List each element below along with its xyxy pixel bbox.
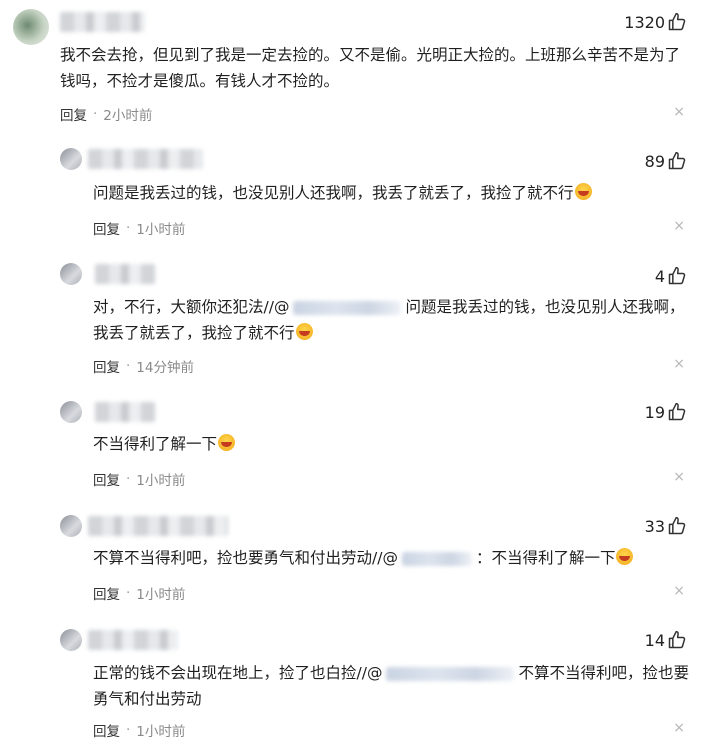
laughing-crying-emoji (616, 548, 634, 565)
reply-button[interactable]: 回复 (93, 218, 120, 238)
comment-3: 4 对，不行，大额你还犯法//@ 问题是我丢过的钱，也没见别人还我啊，我丢了就丢了… (0, 255, 727, 385)
separator-dot: · (126, 220, 131, 236)
reply-button[interactable]: 回复 (93, 720, 120, 740)
comment-1: 1320 我不会去抢，但见到了我是一定去捡的。又不是偷。光明正大捡的。上班那么辛… (0, 0, 727, 130)
username-blurred[interactable] (60, 12, 145, 32)
timestamp: 1小时前 (136, 724, 186, 740)
close-icon[interactable]: × (673, 218, 685, 234)
reply-button[interactable]: 回复 (93, 356, 120, 376)
timestamp: 2小时前 (103, 108, 153, 124)
like-button[interactable]: 89 (645, 151, 687, 171)
mention-blurred[interactable] (293, 300, 402, 315)
comment-meta: 回复 · 1小时前 (93, 720, 185, 740)
username-blurred[interactable] (88, 516, 228, 536)
comment-text: 我不会去抢，但见到了我是一定去捡的。又不是偷。光明正大捡的。上班那么辛苦不是为了… (60, 46, 681, 90)
comment-meta: 回复 · 1小时前 (93, 583, 185, 603)
thumbs-up-icon (668, 12, 686, 31)
separator-dot: · (126, 471, 131, 487)
thumbs-up-icon (668, 630, 686, 649)
username-blurred[interactable] (95, 264, 155, 284)
separator-dot: · (126, 722, 131, 738)
reply-button[interactable]: 回复 (60, 104, 87, 124)
username-blurred[interactable] (95, 402, 155, 422)
like-button[interactable]: 14 (645, 630, 687, 650)
comment-text: 不当得利了解一下 (93, 431, 693, 457)
comment-text: 正常的钱不会出现在地上，捡了也白捡//@ 不算不当得利吧，捡也要勇气和付出劳动 (93, 664, 689, 708)
close-icon[interactable]: × (673, 104, 685, 120)
comment-5: 33 不算不当得利吧，捡也要勇气和付出劳动//@ ：不当得利了解一下 回复 · 1… (0, 507, 727, 617)
laughing-crying-emoji (218, 434, 236, 451)
username-blurred[interactable] (88, 149, 203, 169)
timestamp: 14分钟前 (136, 360, 194, 376)
thumbs-up-icon (668, 266, 686, 285)
comment-4: 19 不当得利了解一下 回复 · 1小时前 × (0, 393, 727, 493)
close-icon[interactable]: × (673, 469, 685, 485)
comment-meta: 回复 · 14分钟前 (93, 356, 194, 376)
mention-blurred[interactable] (401, 551, 472, 566)
thumbs-up-icon (668, 151, 686, 170)
timestamp: 1小时前 (136, 222, 186, 238)
avatar[interactable] (60, 629, 82, 651)
separator-dot: · (126, 358, 131, 374)
like-button[interactable]: 33 (645, 516, 687, 536)
like-count: 33 (644, 516, 665, 536)
like-count: 19 (644, 402, 665, 422)
like-count: 89 (644, 151, 665, 171)
avatar[interactable] (60, 263, 82, 285)
comment-meta: 回复 · 1小时前 (93, 469, 185, 489)
reply-button[interactable]: 回复 (93, 469, 120, 489)
thumbs-up-icon (668, 516, 686, 535)
username-blurred[interactable] (88, 630, 178, 650)
like-button[interactable]: 1320 (624, 12, 687, 32)
mention-blurred[interactable] (386, 666, 515, 681)
like-count: 4 (654, 266, 665, 286)
avatar[interactable] (60, 515, 82, 537)
like-button[interactable]: 19 (645, 402, 687, 422)
like-count: 14 (644, 630, 665, 650)
like-button[interactable]: 4 (655, 266, 687, 286)
comment-text: 对，不行，大额你还犯法//@ 问题是我丢过的钱，也没见别人还我啊，我丢了就丢了，我… (93, 298, 685, 342)
laughing-crying-emoji (295, 323, 313, 340)
comment-meta: 回复 · 2小时前 (60, 104, 152, 124)
comment-text: 不算不当得利吧，捡也要勇气和付出劳动//@ ：不当得利了解一下 (93, 545, 693, 571)
thumbs-up-icon (668, 402, 686, 421)
comment-2: 89 问题是我丢过的钱，也没见别人还我啊，我丢了就丢了，我捡了就不行 回复 · … (0, 140, 727, 250)
close-icon[interactable]: × (673, 720, 685, 736)
comment-meta: 回复 · 1小时前 (93, 218, 185, 238)
avatar[interactable] (13, 9, 49, 45)
like-count: 1320 (624, 12, 665, 32)
timestamp: 1小时前 (136, 473, 186, 489)
close-icon[interactable]: × (673, 583, 685, 599)
separator-dot: · (126, 585, 131, 601)
comment-text: 问题是我丢过的钱，也没见别人还我啊，我丢了就丢了，我捡了就不行 (93, 180, 693, 206)
avatar[interactable] (60, 401, 82, 423)
laughing-crying-emoji (574, 183, 592, 200)
reply-button[interactable]: 回复 (93, 583, 120, 603)
comment-6: 14 正常的钱不会出现在地上，捡了也白捡//@ 不算不当得利吧，捡也要勇气和付出劳… (0, 621, 727, 755)
timestamp: 1小时前 (136, 587, 186, 603)
separator-dot: · (93, 106, 98, 122)
close-icon[interactable]: × (673, 356, 685, 372)
avatar[interactable] (60, 148, 82, 170)
